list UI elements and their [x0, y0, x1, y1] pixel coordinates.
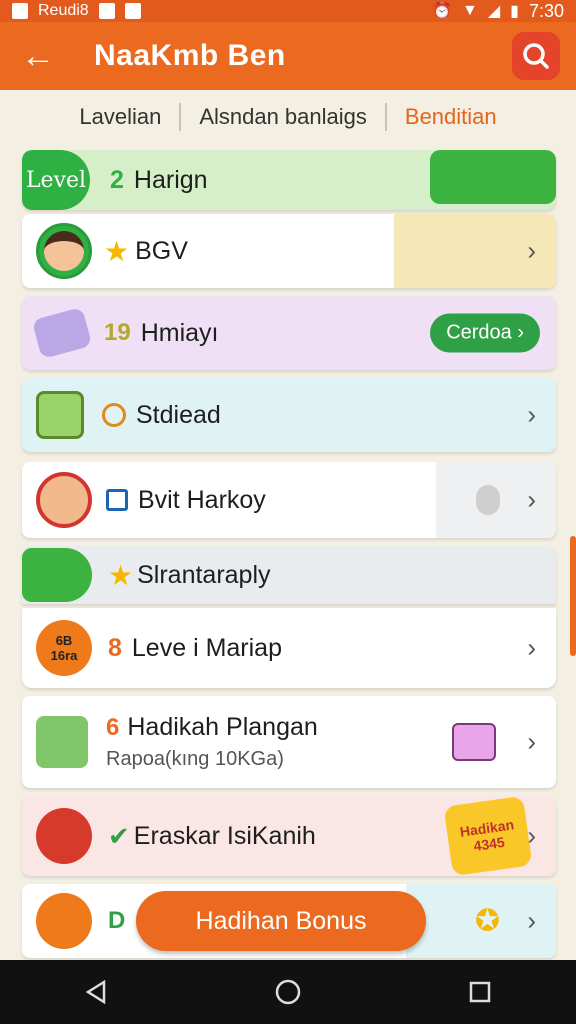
chevron-right-icon: ›: [527, 820, 536, 851]
bonus-button[interactable]: Hadihan Bonus: [136, 891, 426, 951]
heart-icon: [36, 893, 92, 949]
app-notification-icon: [12, 3, 28, 19]
list-item-prefix: 8: [108, 633, 122, 662]
info-icon: [476, 485, 500, 515]
status-time: 7:30: [528, 0, 564, 21]
avatar: [36, 223, 92, 279]
tab-bar: Lavelian Alsndan banlaigs Benditian: [0, 90, 576, 144]
list-item-sublabel: Rapoa(kıng 10KGa): [106, 748, 284, 770]
list-item-label: Leve i Mariap: [131, 633, 282, 662]
list-item-label: Hadikah Plangan: [127, 713, 318, 741]
star-icon: ★: [108, 559, 134, 591]
level-progress-pill: [430, 150, 556, 204]
level-badge: Level: [22, 150, 90, 210]
home-nav-icon[interactable]: [274, 978, 302, 1006]
scroll-indicator[interactable]: [570, 536, 576, 656]
chevron-right-icon: ›: [527, 726, 536, 757]
tab-lavelian[interactable]: Lavelian: [61, 104, 179, 130]
level-number: 2: [110, 165, 124, 194]
list-item-label: BGV: [135, 236, 188, 265]
status-carrier: Reudi8: [38, 2, 89, 19]
avatar: [36, 472, 92, 528]
page-title: NaaKmb Ben: [94, 39, 286, 72]
cerdoa-button[interactable]: Cerdoa ›: [430, 313, 540, 353]
battery-icon: ▮: [510, 3, 519, 20]
wifi-icon: ▼: [461, 2, 478, 19]
check-icon: ✔: [108, 820, 130, 851]
tab-alsndan[interactable]: Alsndan banlaigs: [181, 104, 385, 130]
list-item-prefix: 19: [104, 319, 131, 346]
recents-nav-icon[interactable]: [466, 978, 494, 1006]
tab-benditian[interactable]: Benditian: [387, 104, 515, 130]
apple-icon: [36, 808, 92, 864]
card-icon: [106, 489, 128, 511]
starburst-badge: Hadikan 4345: [443, 796, 533, 876]
status-bar: Reudi8 ⏰ ▼ ◢ ▮ 7:30: [0, 0, 576, 22]
system-nav-bar: [0, 960, 576, 1024]
star-badge-icon: ✪: [474, 904, 500, 938]
list-item[interactable]: ★ Slrantaraply: [22, 546, 556, 604]
level-header: Level 2 Harign: [22, 150, 556, 210]
list-item-label: Hmiayı: [140, 318, 219, 347]
chevron-right-icon: ›: [527, 235, 536, 266]
list-item[interactable]: ★ BGV ›: [22, 214, 556, 288]
signal-icon: ◢: [487, 3, 501, 20]
list-item[interactable]: Bvit Harkoy ›: [22, 462, 556, 538]
list-item[interactable]: Stdiead ›: [22, 378, 556, 452]
notification-icon-b: [98, 3, 115, 19]
chevron-right-icon: ›: [527, 399, 536, 430]
list-item[interactable]: ✔ Eraskar IsiKanih Hadikan 4345 ›: [22, 796, 556, 876]
list-item[interactable]: 6 Hadikah Plangan Rapoa(kıng 10KGa) ›: [22, 696, 556, 788]
tablet-icon: [31, 306, 93, 360]
back-nav-icon[interactable]: [82, 978, 110, 1006]
list-item[interactable]: D Hadihan Bonus ✪ ›: [22, 884, 556, 958]
list-item-prefix: 6: [106, 713, 120, 741]
arrow-left-icon: ←: [21, 36, 55, 75]
chevron-right-icon: ›: [527, 905, 536, 936]
coin-icon: [102, 403, 126, 427]
list-item-prefix: D: [108, 907, 126, 934]
list-item-label: Slrantaraply: [137, 560, 271, 589]
chevron-right-icon: ›: [527, 632, 536, 663]
list-item-label: Bvit Harkoy: [138, 485, 266, 514]
list-item[interactable]: 6B 16ra 8 Leve i Mariap ›: [22, 608, 556, 688]
badge-icon: 6B 16ra: [36, 620, 92, 676]
gift-box-icon: [36, 716, 88, 768]
back-button[interactable]: ←: [16, 34, 60, 78]
level-title: Harign: [133, 165, 208, 194]
dice-icon: [36, 391, 84, 439]
search-button[interactable]: [512, 32, 560, 80]
search-icon: [523, 43, 549, 69]
star-icon: ★: [104, 235, 130, 267]
list-item-label: Stdiead: [136, 400, 221, 429]
folder-icon: [452, 723, 496, 761]
chevron-right-icon: ›: [527, 484, 536, 515]
section-pill: [22, 548, 92, 602]
notification-icon-c: [124, 3, 141, 19]
alarm-icon: ⏰: [432, 3, 452, 20]
app-bar: ← NaaKmb Ben: [0, 22, 576, 90]
list-item-label: Eraskar IsiKanih: [133, 821, 316, 850]
list-item[interactable]: 19 Hmiayı Cerdoa ›: [22, 296, 556, 370]
